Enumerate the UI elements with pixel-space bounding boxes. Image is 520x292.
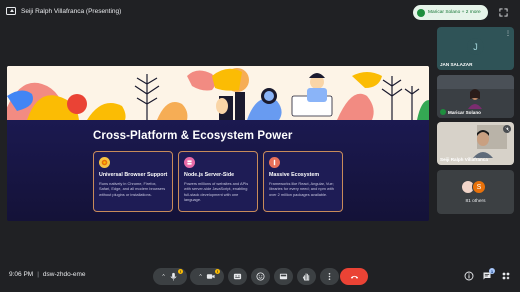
participant-tile-seiji[interactable]: Seiji Ralph Villafranca: [437, 122, 514, 165]
others-avatars: S: [461, 180, 486, 194]
more-vert-icon: [328, 272, 331, 281]
slide-body: Cross-Platform & Ecosystem Power Univers…: [7, 120, 429, 221]
warning-icon: !: [178, 269, 183, 274]
participant-name: JAN SALAZAR: [440, 62, 473, 67]
card-title: Universal Browser Support: [99, 172, 168, 178]
activities-button[interactable]: [499, 269, 513, 283]
shared-presentation: Cross-Platform & Ecosystem Power Univers…: [7, 66, 429, 221]
server-icon: [184, 157, 195, 168]
meeting-code: dsw-zhdo-eme: [42, 271, 86, 278]
slide-banner-illustration: [7, 66, 429, 120]
avatar: J: [467, 38, 484, 55]
speaker-avatar: [417, 8, 425, 17]
active-speakers-label: Maricar Solano + 2 more: [428, 10, 481, 15]
hang-up-icon: [350, 275, 358, 279]
feature-card-browser: Universal Browser Support Runs natively …: [93, 151, 173, 212]
participant-name: Seiji Ralph Villafranca: [440, 157, 488, 162]
more-options-button[interactable]: [320, 268, 339, 285]
speaking-indicator: Maricar Solano: [440, 109, 481, 115]
card-title: Node.js Server-Side: [184, 172, 235, 178]
meeting-details-button[interactable]: [462, 269, 476, 283]
participant-tile-maricar[interactable]: Maricar Solano: [437, 75, 514, 118]
clock: 9:06 PM: [9, 271, 34, 278]
speaking-icon: [440, 109, 446, 115]
chevron-up-icon[interactable]: ^: [162, 274, 164, 280]
hand-icon: [302, 273, 310, 281]
mic-off-icon: [503, 125, 511, 133]
chevron-up-icon[interactable]: ^: [199, 274, 201, 280]
chat-button[interactable]: 1: [480, 268, 495, 283]
card-description: Frameworks like React, Angular, Vue; lib…: [269, 181, 334, 197]
avatar: S: [472, 180, 486, 194]
divider: |: [37, 271, 39, 278]
emoji-icon: [256, 272, 265, 281]
captions-icon: [233, 273, 242, 280]
participant-name: Maricar Solano: [448, 109, 481, 115]
present-icon: [279, 273, 288, 280]
card-description: Runs natively in Chrome, Firefox, Safari…: [99, 181, 166, 197]
expand-icon: [498, 7, 508, 17]
present-screen-icon: [6, 7, 16, 15]
active-speakers-pill[interactable]: Maricar Solano + 2 more: [413, 5, 488, 20]
presenting-indicator: Seiji Ralph Villafranca (Presenting): [6, 7, 121, 15]
banner-illustration: [7, 66, 429, 120]
raise-hand-button[interactable]: [297, 268, 316, 285]
slide-title: Cross-Platform & Ecosystem Power: [93, 130, 293, 142]
emoji-button[interactable]: [251, 268, 270, 285]
captions-button[interactable]: [228, 268, 247, 285]
participant-tile-jan[interactable]: ⋮ J JAN SALAZAR: [437, 27, 514, 70]
present-now-button[interactable]: [274, 268, 293, 285]
more-options-icon[interactable]: ⋮: [505, 30, 511, 37]
others-tile[interactable]: S 81 others: [437, 170, 514, 214]
camera-control[interactable]: ^ !: [190, 268, 224, 285]
others-count: 81 others: [465, 199, 486, 204]
chrome-icon: [99, 157, 110, 168]
camera-icon: [206, 274, 215, 279]
ecosystem-icon: [269, 157, 280, 168]
warning-icon: !: [215, 269, 220, 274]
presenting-label: Seiji Ralph Villafranca (Presenting): [21, 7, 122, 15]
info-icon: [464, 271, 474, 281]
mic-control[interactable]: ^ !: [153, 268, 187, 285]
layout-expand-button[interactable]: [493, 6, 513, 18]
card-title: Massive Ecosystem: [269, 172, 320, 178]
feature-card-node: Node.js Server-Side Powers millions of w…: [178, 151, 258, 212]
leave-call-button[interactable]: [340, 268, 368, 285]
feature-card-ecosystem: Massive Ecosystem Frameworks like React,…: [263, 151, 343, 212]
meeting-info: 9:06 PM | dsw-zhdo-eme: [9, 271, 86, 278]
activities-icon: [502, 272, 510, 280]
chat-unread-badge: 1: [489, 268, 495, 274]
microphone-icon: [170, 272, 177, 281]
card-description: Powers millions of websites and APIs wit…: [184, 181, 249, 203]
